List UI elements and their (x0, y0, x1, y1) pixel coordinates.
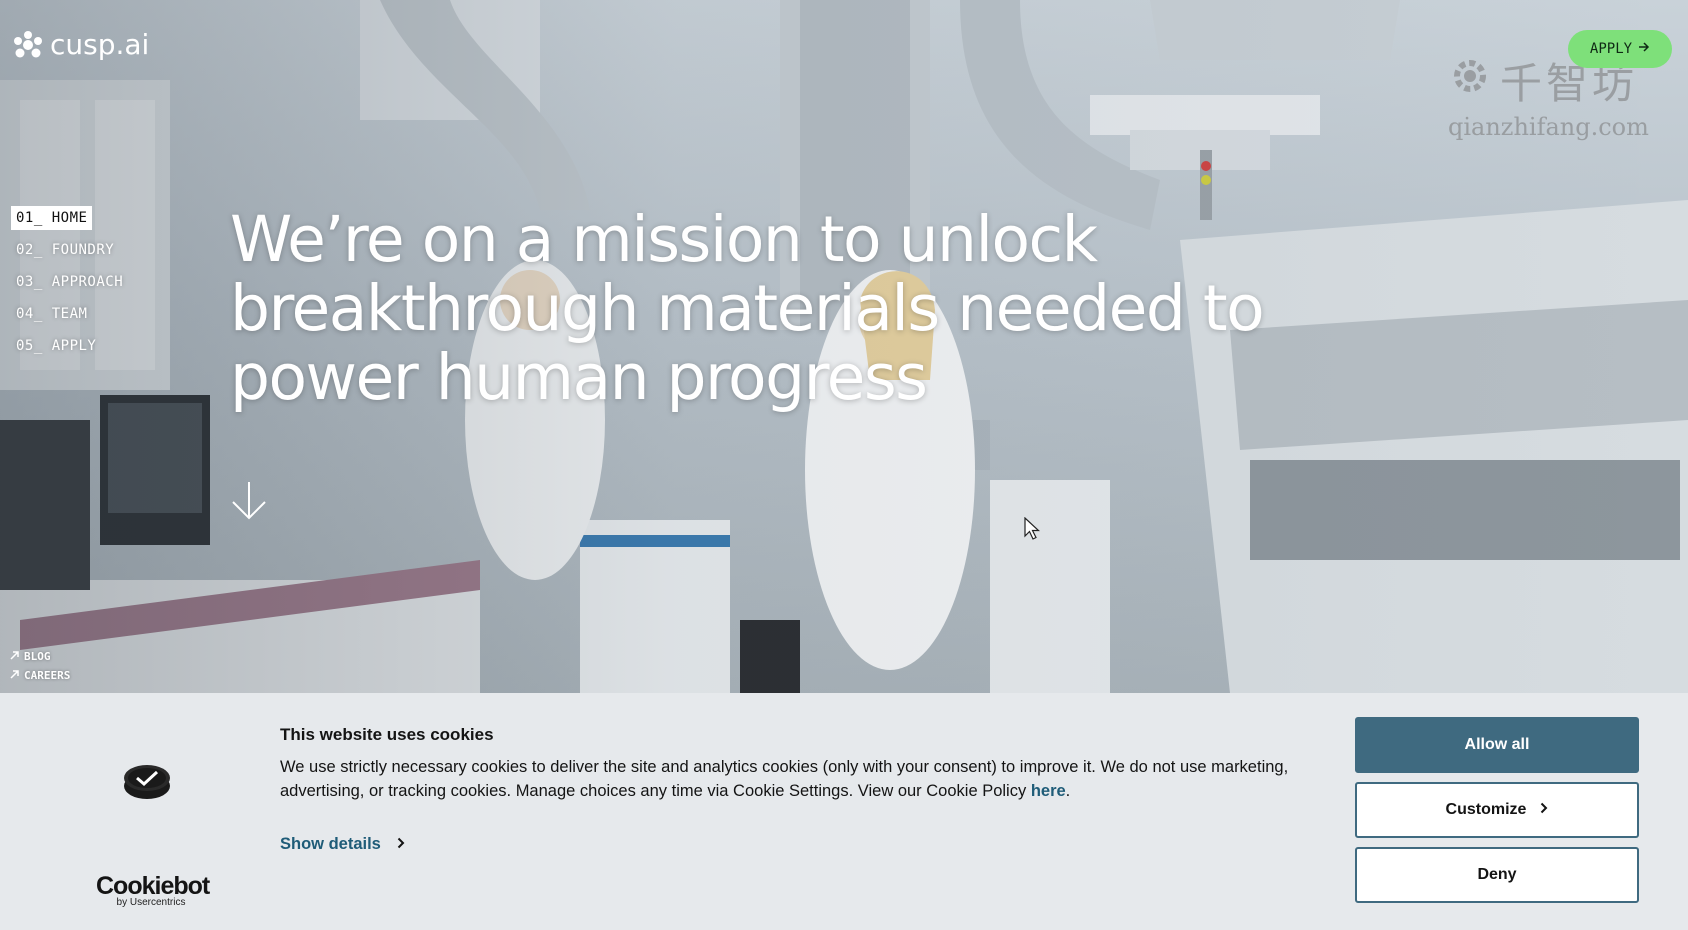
arrow-up-right-icon (10, 669, 19, 682)
cusp-logo[interactable]: cusp.ai (12, 28, 149, 61)
customize-label: Customize (1445, 801, 1527, 818)
cookiebot-logo[interactable]: Cookiebot by Usercentrics (96, 872, 210, 908)
logo-text: cusp.ai (50, 28, 150, 61)
nav-item-home[interactable]: 01_ HOME (11, 206, 93, 230)
hero-headline: We’re on a mission to unlock breakthroug… (230, 205, 1310, 412)
chevron-right-icon (397, 835, 405, 854)
blog-label: BLOG (24, 650, 51, 663)
hero-section: cusp.ai 千智坊 qianzhifang.com APPLY 01_ HO… (0, 0, 1688, 693)
allow-all-button[interactable]: Allow all (1355, 717, 1639, 773)
side-nav: 01_ HOME 02_ FOUNDRY 03_ APPROACH 04_ TE… (11, 206, 128, 366)
careers-label: CAREERS (24, 669, 71, 682)
cookiebot-icon (122, 763, 172, 806)
show-details-label: Show details (280, 835, 381, 853)
apply-label: APPLY (1589, 41, 1633, 57)
headline-line-3: power human progress (230, 341, 928, 414)
watermark-gear-icon (1448, 54, 1492, 108)
arrow-up-right-icon (10, 650, 19, 663)
cookie-banner: Cookiebot by Usercentrics This website u… (0, 693, 1688, 930)
apply-button[interactable]: APPLY (1568, 30, 1672, 68)
allow-all-label: Allow all (1464, 736, 1530, 753)
customize-button[interactable]: Customize (1355, 782, 1639, 838)
nav-item-approach[interactable]: 03_ APPROACH (11, 270, 128, 294)
cursor-icon (1024, 516, 1041, 546)
cookie-policy-link[interactable]: here (1031, 782, 1066, 800)
show-details-link[interactable]: Show details (280, 835, 405, 854)
blog-link[interactable]: BLOG (10, 650, 70, 663)
nav-item-apply[interactable]: 05_ APPLY (11, 334, 101, 358)
headline-line-1: We’re on a mission to unlock (230, 203, 1098, 276)
chevron-right-icon (1540, 801, 1548, 819)
cusp-logo-icon (12, 30, 44, 60)
careers-link[interactable]: CAREERS (10, 669, 70, 682)
cookie-description: We use strictly necessary cookies to del… (280, 755, 1320, 803)
cookiebot-name: Cookiebot (96, 872, 210, 900)
arrow-right-icon (1638, 41, 1650, 57)
nav-item-team[interactable]: 04_ TEAM (11, 302, 92, 326)
footer-links: BLOG CAREERS (10, 650, 70, 688)
headline-line-2: breakthrough materials needed to (230, 272, 1265, 345)
cookie-body-end: . (1065, 782, 1071, 800)
deny-button[interactable]: Deny (1355, 847, 1639, 903)
arrow-down-icon[interactable] (229, 480, 269, 527)
cookie-title: This website uses cookies (280, 725, 494, 744)
nav-item-foundry[interactable]: 02_ FOUNDRY (11, 238, 119, 262)
deny-label: Deny (1477, 866, 1517, 883)
cookie-body-text: We use strictly necessary cookies to del… (280, 758, 1289, 800)
watermark-en-text: qianzhifang.com (1448, 113, 1649, 141)
